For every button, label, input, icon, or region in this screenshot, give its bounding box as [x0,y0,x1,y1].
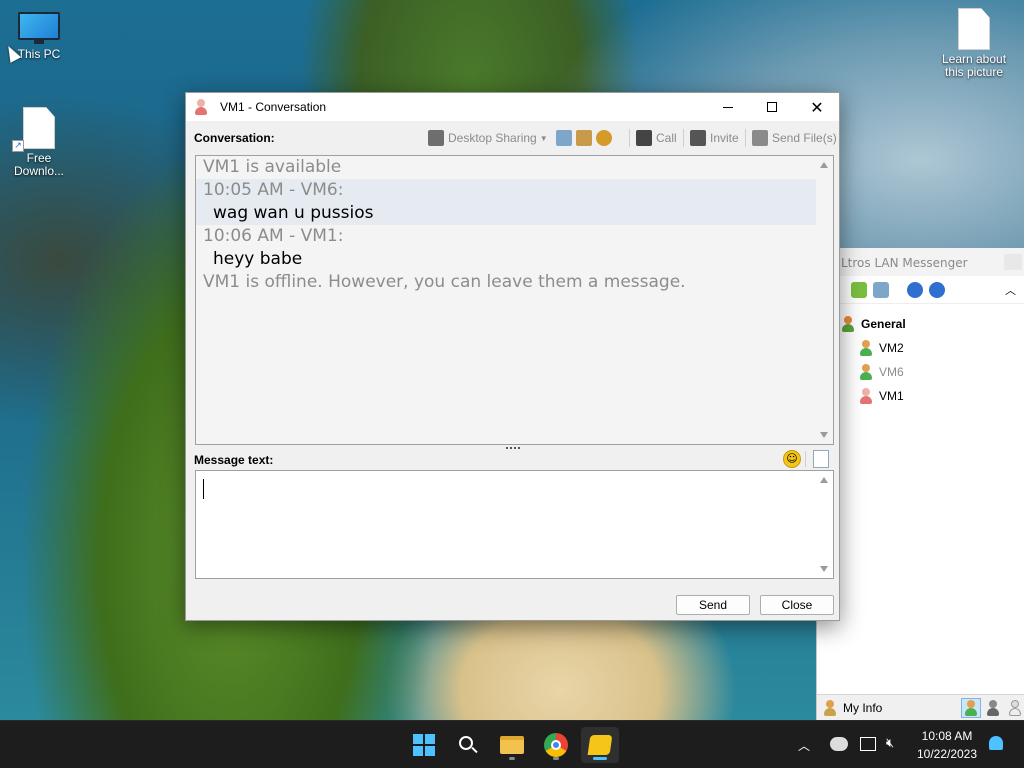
history-status-line: VM1 is offline. However, you can leave t… [203,272,686,292]
invite-label: Invite [710,131,739,145]
add-folder-icon[interactable] [851,281,867,298]
invite-users-icon [690,130,706,146]
history-icon[interactable] [556,130,572,146]
user-offline-icon [194,99,208,115]
group-icon [841,316,855,332]
desktop-icon-label: Learn about this picture [941,52,1007,79]
file-icon [958,8,990,50]
conversation-toolbar: Conversation: Desktop Sharing ▼ Call Inv… [186,127,839,149]
toolbar-icon-group [556,127,616,149]
desktop-icon-learn-about-picture[interactable]: Learn about this picture [936,8,1012,79]
history-message-header: 10:06 AM - VM1: [203,226,344,246]
history-scrollbar[interactable] [816,156,833,444]
message-scrollbar[interactable] [816,471,833,578]
conversation-titlebar[interactable]: VM1 - Conversation ✕ [186,93,839,121]
send-button[interactable]: Send [676,595,750,615]
maximize-icon [767,102,777,112]
close-icon: ✕ [810,97,824,117]
messenger-toolbar: ︿ [817,276,1024,304]
minimize-button[interactable] [705,93,751,121]
emoticon-icon[interactable]: ☺ [783,450,801,468]
windows-logo-icon [413,734,435,756]
onedrive-cloud-icon[interactable] [830,737,848,751]
clock-date[interactable]: 10/22/2023 [912,747,982,761]
messenger-chat-icon [587,735,613,755]
chrome-button[interactable] [537,727,575,763]
text-caret [203,479,204,499]
messenger-window: Ltros LAN Messenger ︿ General VM2 VM6 VM… [816,248,1024,720]
video-call-icon [636,130,652,146]
desktop-sharing-label: Desktop Sharing [448,131,537,145]
window-title: VM1 - Conversation [220,100,327,114]
history-message-text: heyy babe [213,249,303,269]
close-window-button[interactable]: ✕ [794,93,840,121]
contact-name: VM2 [879,341,904,355]
chrome-icon [544,733,568,757]
chevron-down-icon: ▼ [539,133,548,143]
history-message-header: 10:05 AM - VM6: [196,179,816,202]
message-text-label: Message text: [194,453,274,467]
chevron-up-icon[interactable]: ︿ [798,737,810,754]
contact-group[interactable]: General [817,312,1024,336]
conversation-history[interactable]: VM1 is available 10:05 AM - VM6: wag wan… [195,155,834,445]
desktop-sharing-icon [428,130,444,146]
desktop-sharing-button[interactable]: Desktop Sharing ▼ [428,127,548,149]
clock-time[interactable]: 10:08 AM [912,729,982,743]
history-icon[interactable] [873,281,889,298]
messenger-status-bar: My Info [817,694,1024,720]
status-online-button[interactable] [961,697,981,718]
folder-icon [500,736,524,754]
pane-splitter-handle[interactable] [506,447,520,451]
lan-messenger-taskbar-button[interactable] [581,727,619,763]
history-status-line: VM1 is available [203,157,342,177]
monitor-icon [18,12,60,44]
file-icon [23,107,55,149]
my-info-icon [823,699,837,716]
message-input[interactable] [195,470,834,579]
taskbar: ︿ 🔇︎ 10:08 AM 10/22/2023 [0,720,1024,768]
font-settings-icon[interactable] [596,130,612,146]
chevron-up-icon[interactable]: ︿ [1005,282,1016,298]
shortcut-arrow-icon: ↗ [12,140,24,152]
messenger-title: Ltros LAN Messenger [817,248,1024,276]
contact-item-vm2[interactable]: VM2 [817,336,1024,360]
conversation-label: Conversation: [194,131,275,145]
file-explorer-button[interactable] [493,727,531,763]
desktop-icon-label: Free Downlo... [13,151,65,178]
notification-bell-icon[interactable] [989,736,1003,750]
volume-muted-icon[interactable]: 🔇︎ [886,736,894,751]
save-conversation-icon[interactable] [576,130,592,146]
user-offline-icon [859,388,873,404]
conversation-window: VM1 - Conversation ✕ Conversation: Deskt… [185,92,840,621]
contact-item-vm6[interactable]: VM6 [817,360,1024,384]
edit-format-icon[interactable] [813,450,829,468]
search-button[interactable] [449,727,487,763]
my-info-button[interactable]: My Info [843,701,882,715]
send-files-button[interactable]: Send File(s) [739,127,837,149]
status-away-button[interactable] [983,698,1003,718]
search-icon [458,735,478,755]
close-button[interactable]: Close [760,595,834,615]
help-icon[interactable] [907,281,923,298]
contact-name: VM1 [879,389,904,403]
user-online-icon [859,364,873,380]
send-files-label: Send File(s) [772,131,837,145]
maximize-button[interactable] [749,93,795,121]
messenger-close-button[interactable] [1004,254,1022,270]
contact-group-label: General [861,317,906,331]
contact-tree: General VM2 VM6 VM1 [817,304,1024,408]
info-icon[interactable] [929,281,945,298]
contact-item-vm1[interactable]: VM1 [817,384,1024,408]
start-button[interactable] [405,727,443,763]
history-message-text: wag wan u pussios [196,202,816,225]
invite-button[interactable]: Invite [677,127,739,149]
call-button[interactable]: Call [623,127,677,149]
status-offline-button[interactable] [1005,698,1024,718]
contact-name: VM6 [879,365,904,379]
network-icon[interactable] [860,737,876,751]
call-label: Call [656,131,677,145]
user-online-icon [859,340,873,356]
minimize-icon [723,106,733,108]
send-file-icon [752,130,768,146]
